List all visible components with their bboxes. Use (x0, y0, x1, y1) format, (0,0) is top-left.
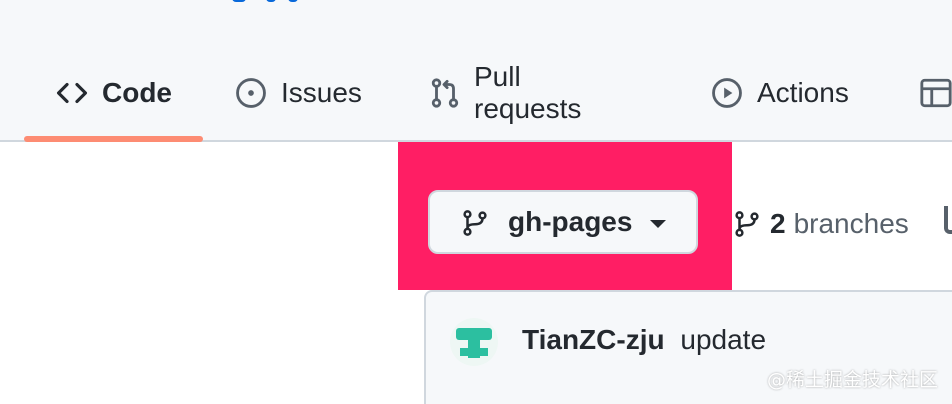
branch-name: gh-pages (508, 206, 633, 237)
commit-summary: TianZC-zju update (522, 324, 766, 356)
code-icon (54, 75, 90, 111)
tab-projects[interactable] (918, 62, 952, 124)
repo-header: Code Issues Pull requests Actions (0, 0, 952, 142)
repo-title-fragment (232, 0, 298, 4)
tab-pull-requests[interactable]: Pull requests (428, 61, 583, 124)
tab-pull-requests-label: Pull requests (474, 61, 582, 124)
tab-code-label: Code (102, 77, 172, 108)
commit-message[interactable]: update (680, 324, 766, 355)
git-branch-icon (732, 208, 762, 240)
play-icon (709, 75, 745, 111)
selected-tab-underline (24, 136, 203, 142)
git-branch-icon (460, 208, 490, 238)
tab-code[interactable]: Code (54, 62, 172, 124)
commit-author[interactable]: TianZC-zju (522, 324, 665, 355)
commit-author-avatar[interactable] (450, 318, 498, 366)
tab-actions-label: Actions (757, 77, 849, 108)
issue-opened-icon (233, 75, 269, 111)
branch-selector-button[interactable]: gh-pages (428, 190, 698, 254)
tag-icon[interactable] (944, 206, 952, 234)
branches-label: branches (793, 208, 909, 239)
table-icon (918, 75, 952, 111)
branches-count: 2 (770, 208, 786, 239)
triangle-down-icon (650, 220, 666, 228)
tab-issues-label: Issues (281, 77, 362, 108)
tab-actions[interactable]: Actions (709, 62, 849, 124)
watermark: @稀土掘金技术社区 (766, 369, 938, 391)
git-pull-request-icon (428, 75, 462, 111)
branches-link[interactable]: 2 branches (732, 204, 909, 244)
tab-issues[interactable]: Issues (233, 62, 362, 124)
identicon-avatar (456, 328, 492, 358)
